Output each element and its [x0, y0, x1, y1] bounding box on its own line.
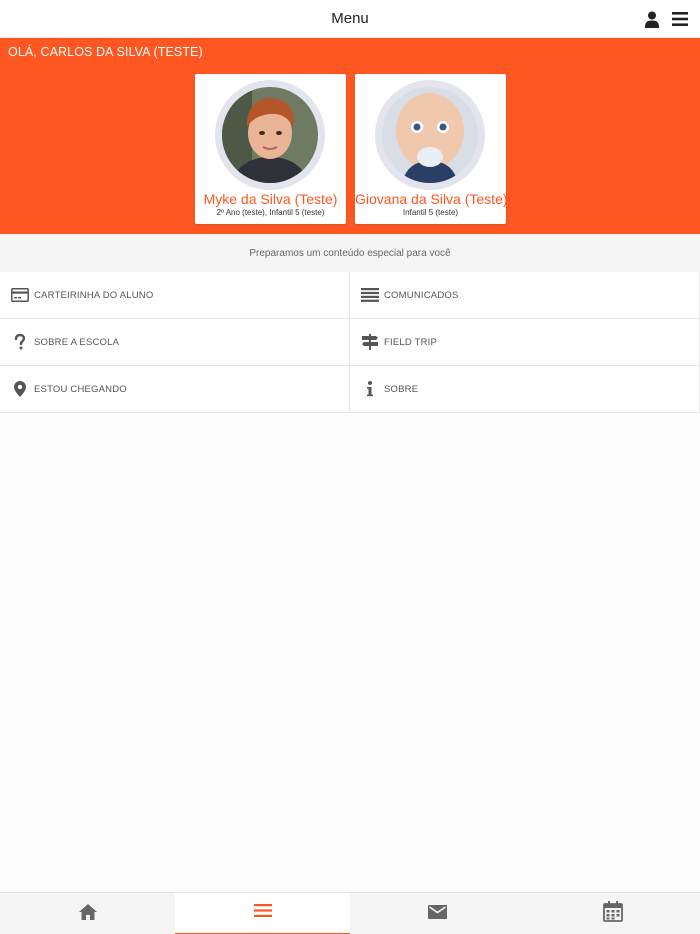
- page-title: Menu: [331, 10, 369, 27]
- bottom-nav: [0, 892, 700, 934]
- student-card-giovana[interactable]: Giovana da Silva (Teste) Infantil 5 (tes…: [355, 74, 508, 224]
- avatar: [382, 87, 478, 183]
- menu-item-estou-chegando[interactable]: ESTOU CHEGANDO: [0, 366, 350, 413]
- home-icon: [78, 903, 97, 925]
- top-bar: Menu: [0, 0, 700, 38]
- envelope-icon: [428, 904, 447, 924]
- menu-item-comunicados[interactable]: COMUNICADOS: [350, 272, 700, 319]
- list-icon: [361, 287, 379, 303]
- hamburger-menu-icon[interactable]: [672, 12, 688, 26]
- hamburger-menu-icon: [253, 904, 272, 922]
- subtitle: Preparamos um conteúdo especial para voc…: [249, 248, 451, 259]
- avatar-frame: [375, 80, 485, 190]
- student-card-myke[interactable]: Myke da Silva (Teste) 2º Ano (teste), In…: [195, 74, 346, 224]
- menu-item-sobre[interactable]: SOBRE: [350, 366, 700, 413]
- greeting: OLÁ, CARLOS DA SILVA (TESTE): [8, 45, 203, 59]
- menu-item-label: ESTOU CHEGANDO: [34, 384, 127, 395]
- tab-home[interactable]: [0, 893, 175, 934]
- menu-item-label: SOBRE A ESCOLA: [34, 337, 120, 348]
- student-class: Infantil 5 (teste): [402, 208, 459, 217]
- tab-menu[interactable]: [175, 893, 350, 934]
- credit-card-icon: [11, 287, 29, 303]
- tab-messages[interactable]: [350, 893, 525, 934]
- hero-banner: OLÁ, CARLOS DA SILVA (TESTE) Myke da Sil…: [0, 38, 700, 234]
- menu-item-carteirinha[interactable]: CARTEIRINHA DO ALUNO: [0, 272, 350, 319]
- calendar-icon: [602, 901, 623, 927]
- menu-item-label: FIELD TRIP: [384, 337, 438, 348]
- student-name: Giovana da Silva (Teste): [355, 191, 508, 207]
- map-pin-icon: [11, 381, 29, 397]
- subtitle-band: Preparamos um conteúdo especial para voc…: [0, 234, 700, 272]
- menu-item-label: COMUNICADOS: [384, 290, 459, 301]
- menu-item-sobre-escola[interactable]: SOBRE A ESCOLA: [0, 319, 350, 366]
- info-icon: [361, 381, 379, 397]
- avatar: [222, 87, 318, 183]
- tab-calendar[interactable]: [525, 893, 700, 934]
- student-name: Myke da Silva (Teste): [203, 191, 338, 207]
- student-class: 2º Ano (teste), Infantil 5 (teste): [216, 208, 325, 217]
- avatar-frame: [215, 80, 325, 190]
- menu-item-label: CARTEIRINHA DO ALUNO: [34, 290, 154, 301]
- question-icon: [11, 334, 29, 350]
- menu-item-field-trip[interactable]: FIELD TRIP: [350, 319, 700, 366]
- user-icon[interactable]: [644, 11, 660, 28]
- signpost-icon: [361, 334, 379, 350]
- menu-item-label: SOBRE: [384, 384, 419, 395]
